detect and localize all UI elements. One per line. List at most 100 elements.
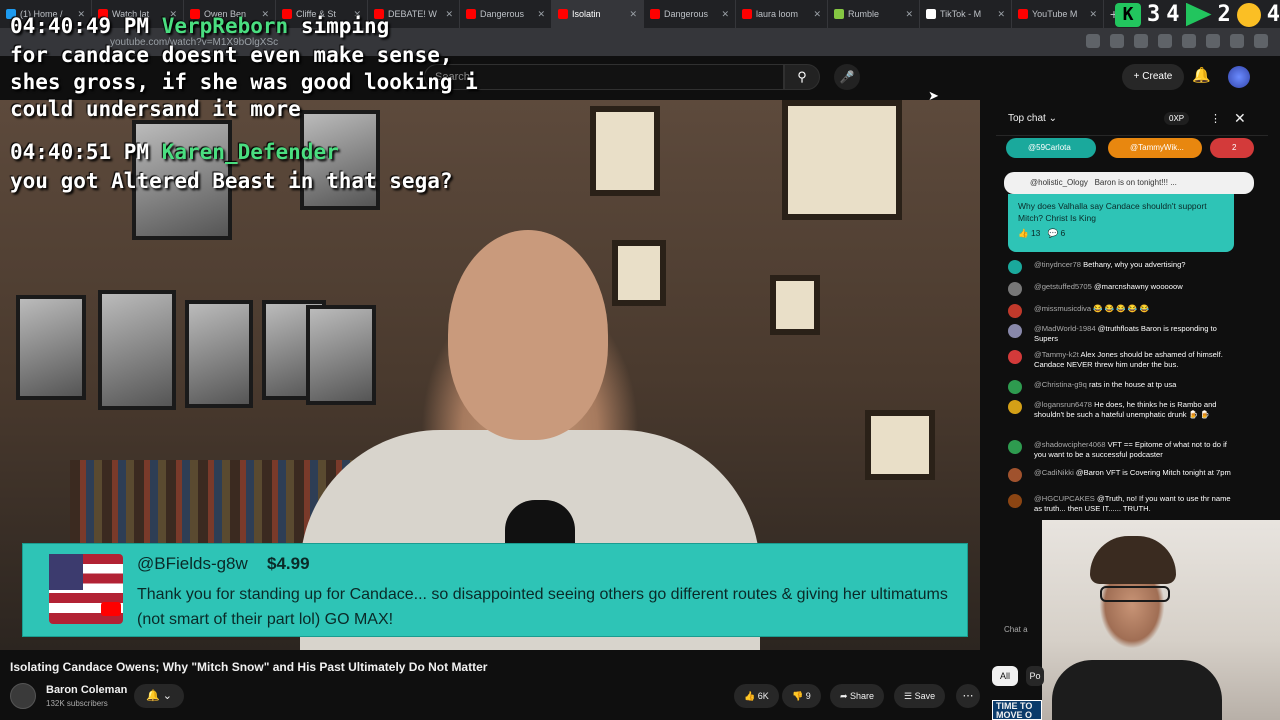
tab-close-icon[interactable]: ✕ (813, 9, 821, 20)
tab-close-icon[interactable]: ✕ (905, 9, 913, 20)
pinned-header: @holistic_Ology Baron is on tonight!!! .… (1004, 172, 1254, 194)
xp-badge[interactable]: 0XP (1164, 112, 1190, 125)
chat-ticker[interactable]: 2 (1210, 138, 1254, 158)
chat-username[interactable]: @missmusicdiva (1034, 304, 1091, 313)
tab-favicon-icon (558, 9, 568, 19)
chat-text: rats in the house at tp usa (1089, 380, 1177, 389)
chat-message-body: @tinydncer78 Bethany, why you advertisin… (1034, 260, 1240, 270)
chat-message[interactable]: @shadowcipher4068 VFT == Epitome of what… (1008, 440, 1240, 460)
chat-username[interactable]: @getstuffed5705 (1034, 282, 1092, 291)
voice-search-button[interactable]: 🎤 (834, 64, 860, 90)
channel-name[interactable]: Baron Coleman (46, 684, 127, 696)
extension-icon[interactable] (1206, 34, 1220, 48)
chat-username[interactable]: @shadowcipher4068 (1034, 440, 1105, 449)
browser-tab[interactable]: YouTube M ✕ (1012, 0, 1104, 28)
rumble-play-icon (1185, 2, 1212, 27)
chat-menu-button[interactable]: ⋮ (1210, 112, 1221, 125)
pinned-likes: 13 (1030, 228, 1041, 238)
overlay-count-1: 3 (1147, 2, 1161, 27)
extension-icon[interactable] (1182, 34, 1196, 48)
tab-close-icon[interactable]: ✕ (537, 9, 545, 20)
tab-close-icon[interactable]: ✕ (721, 9, 729, 20)
chat-message[interactable]: @Tammy-k2t Alex Jones should be ashamed … (1008, 350, 1240, 370)
framed-photo (98, 290, 176, 410)
like-button[interactable]: 👍 6K (734, 684, 779, 708)
tab-close-icon[interactable]: ✕ (997, 9, 1005, 20)
more-actions-button[interactable]: ⋯ (956, 684, 980, 708)
chat-message[interactable]: @Christina-g9q rats in the house at tp u… (1008, 380, 1240, 394)
chat-message[interactable]: @getstuffed5705 @marcnshawny wooooow (1008, 282, 1240, 296)
chat-text: 😂 😂 😂 😂 😂 (1093, 304, 1149, 313)
framed-diploma (865, 410, 935, 480)
chat-username[interactable]: @tinydncer78 (1034, 260, 1081, 269)
tab-close-icon[interactable]: ✕ (445, 9, 453, 20)
youtube-logo-icon (101, 602, 121, 616)
chat-ticker[interactable]: @TammyWik... (1108, 138, 1202, 158)
pinned-message[interactable]: @holistic_Ology Baron is on tonight!!! .… (1004, 172, 1254, 252)
search-input[interactable]: Search (424, 64, 784, 90)
tab-favicon-icon (466, 9, 476, 19)
browser-tab[interactable]: Isolatin ✕ (552, 0, 644, 28)
extension-icon[interactable] (1134, 34, 1148, 48)
search-icon: ⚲ (797, 69, 807, 84)
webcam-glasses (1100, 586, 1170, 602)
dislike-button[interactable]: 👎 9 (782, 684, 821, 708)
create-button[interactable]: + Create (1122, 64, 1184, 90)
tab-close-icon[interactable]: ✕ (1089, 9, 1097, 20)
close-icon[interactable]: ✕ (1234, 110, 1246, 127)
extension-icon[interactable] (1086, 34, 1100, 48)
chat-message[interactable]: @MadWorld-1984 @truthfloats Baron is res… (1008, 324, 1240, 344)
chat-message[interactable]: @logansrun6478 He does, he thinks he is … (1008, 400, 1240, 420)
save-label: Save (914, 691, 936, 701)
framed-photo (185, 300, 253, 408)
avatar[interactable] (1228, 66, 1250, 88)
channel-avatar[interactable] (10, 683, 36, 709)
chat-message[interactable]: @tinydncer78 Bethany, why you advertisin… (1008, 260, 1240, 274)
pinned-header-text: Baron is on tonight!!! ... (1094, 178, 1177, 187)
search-button[interactable]: ⚲ (784, 64, 820, 90)
chat-username[interactable]: @HGCUPCAKES (1034, 494, 1095, 503)
extension-icon[interactable] (1158, 34, 1172, 48)
chip-next[interactable]: Po (1026, 666, 1044, 686)
webcam-hair (1090, 536, 1176, 584)
browser-tab[interactable]: laura loom ✕ (736, 0, 828, 28)
framed-photo (306, 305, 376, 405)
chip-all[interactable]: All (992, 666, 1018, 686)
browser-tab[interactable]: TikTok - M ✕ (920, 0, 1012, 28)
extension-icon[interactable] (1110, 34, 1124, 48)
framed-diploma (782, 100, 902, 220)
browser-tab[interactable]: Rumble ✕ (828, 0, 920, 28)
subscription-bell-button[interactable]: 🔔 ⌄ (134, 684, 184, 708)
chat-username[interactable]: @Christina-g9q (1034, 380, 1087, 389)
chat-mode-dropdown[interactable]: Top chat ⌄ (1008, 113, 1057, 124)
save-button[interactable]: ☰ Save (894, 684, 946, 708)
chat-username[interactable]: @logansrun6478 (1034, 400, 1092, 409)
overlay-chat-line: 04:40:49 PM VerpReborn simping (10, 14, 389, 38)
extension-icon[interactable] (1230, 34, 1244, 48)
bell-icon[interactable]: 🔔 (1192, 66, 1211, 84)
overlay-count-3: 2 (1217, 2, 1231, 27)
tab-favicon-icon (926, 9, 936, 19)
share-button[interactable]: ➦ Share (830, 684, 885, 708)
extension-icon[interactable] (1254, 34, 1268, 48)
chat-message[interactable]: @CadiNikki @Baron VFT is Covering Mitch … (1008, 468, 1240, 482)
browser-tab[interactable]: Dangerous ✕ (460, 0, 552, 28)
chat-ticker[interactable]: @59Carlota (1006, 138, 1096, 158)
mic-icon: 🎤 (839, 70, 855, 84)
superchat-message: Thank you for standing up for Candace...… (137, 586, 948, 628)
framed-diploma (770, 275, 820, 335)
browser-tab[interactable]: Dangerous ✕ (644, 0, 736, 28)
framed-diploma (590, 106, 660, 196)
chat-message-body: @MadWorld-1984 @truthfloats Baron is res… (1034, 324, 1240, 344)
overlay-chat-line: could undersand it more (10, 97, 301, 121)
tab-close-icon[interactable]: ✕ (629, 9, 637, 20)
tab-label: Isolatin (572, 9, 601, 19)
chat-message[interactable]: @missmusicdiva 😂 😂 😂 😂 😂 (1008, 304, 1240, 318)
chat-username[interactable]: @CadiNikki (1034, 468, 1074, 477)
like-count: 6K (757, 691, 769, 701)
chat-message[interactable]: @HGCUPCAKES @Truth, no! If you want to u… (1008, 494, 1240, 514)
tab-label: DEBATE! W (388, 9, 437, 19)
tab-label: YouTube M (1032, 9, 1078, 19)
chat-username[interactable]: @Tammy-k2t (1034, 350, 1079, 359)
chat-username[interactable]: @MadWorld-1984 (1034, 324, 1096, 333)
